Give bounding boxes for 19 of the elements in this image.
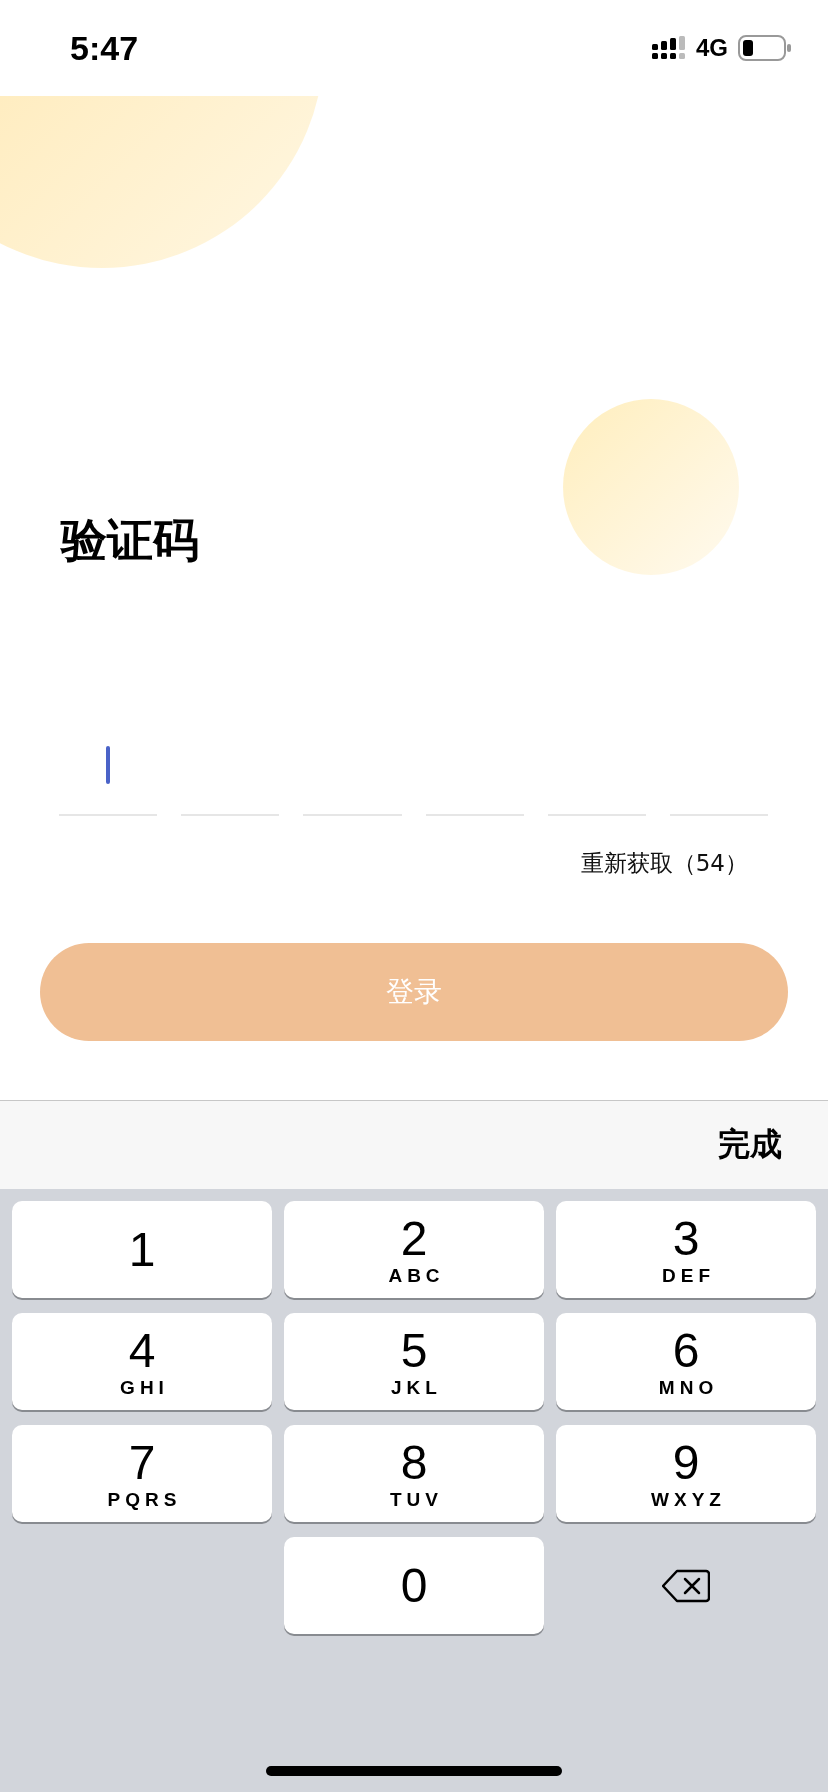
page-title: 验证码 xyxy=(61,512,200,569)
resend-code-link[interactable]: 重新获取（54） xyxy=(580,848,748,879)
signal-icon xyxy=(652,36,686,60)
keypad-key[interactable]: 2 ABC xyxy=(284,1201,544,1298)
network-label: 4G xyxy=(696,34,728,62)
keypad-key[interactable]: 6 MNO xyxy=(556,1313,816,1410)
battery-icon xyxy=(738,35,792,61)
done-button[interactable]: 完成 xyxy=(712,1119,788,1171)
backspace-icon[interactable] xyxy=(662,1568,710,1603)
status-time: 5:47 xyxy=(70,28,139,68)
keypad-key[interactable]: 9 WXYZ xyxy=(556,1425,816,1522)
keypad-key[interactable]: 8 TUV xyxy=(284,1425,544,1522)
text-cursor xyxy=(106,746,110,784)
keypad-key[interactable]: 3 DEF xyxy=(556,1201,816,1298)
keypad-key[interactable]: 4 GHI xyxy=(12,1313,272,1410)
keypad-key[interactable]: 7 PQRS xyxy=(12,1425,272,1522)
keypad-key[interactable]: 5 JKL xyxy=(284,1313,544,1410)
keypad-key[interactable]: 1 xyxy=(12,1201,272,1298)
keypad-key[interactable]: 0 xyxy=(284,1537,544,1634)
